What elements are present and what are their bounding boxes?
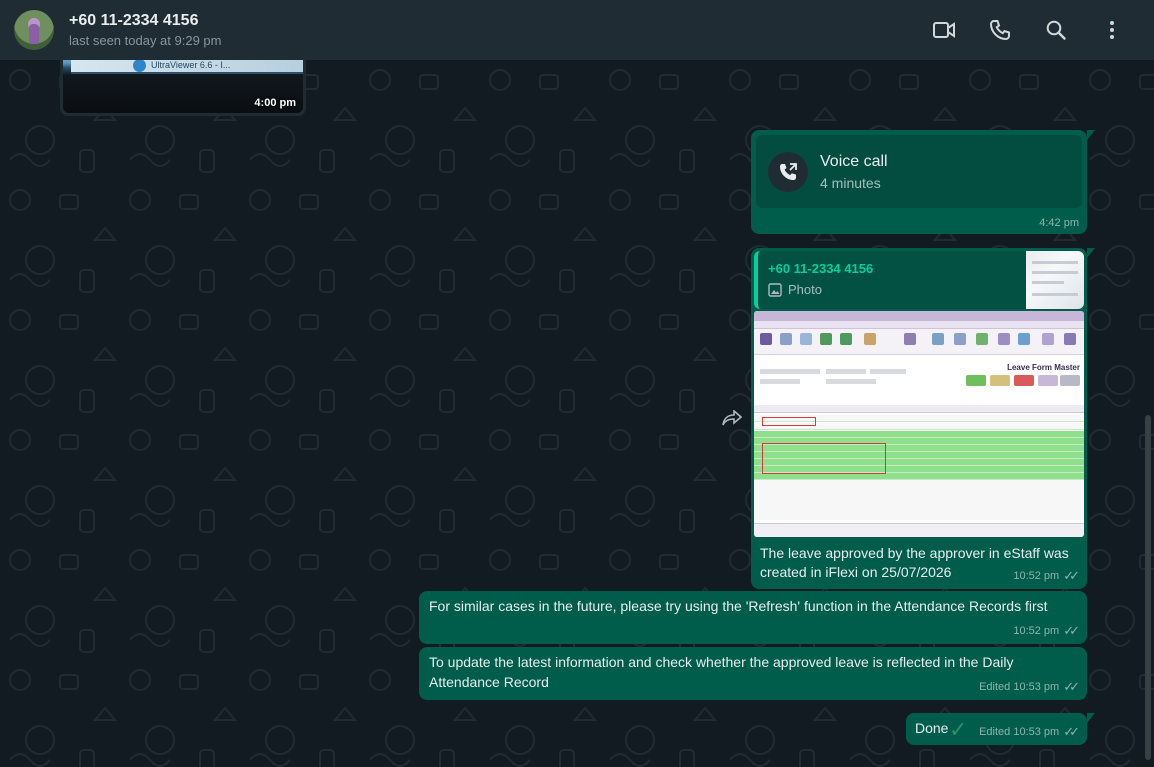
search-icon (1046, 20, 1066, 40)
forward-icon[interactable] (722, 410, 742, 426)
message-time: Edited 10:53 pm (979, 726, 1060, 738)
screenshot-titlebar (754, 311, 1084, 321)
message-text: Done (915, 720, 949, 736)
message-meta: 10:52 pm ✓✓ (1013, 623, 1080, 639)
message-meta: Edited 10:53 pm ✓✓ (979, 724, 1080, 740)
bubble-tail (1087, 130, 1095, 140)
read-receipt-icon: ✓✓ (1063, 679, 1080, 694)
read-receipt-icon: ✓✓ (1063, 623, 1080, 638)
photo-reply-message[interactable]: +60 11-2334 4156 Photo Leave Form Master… (751, 248, 1095, 589)
search-button[interactable] (1028, 10, 1084, 50)
voice-call-message[interactable]: Voice call 4 minutes 4:42 pm (751, 130, 1095, 234)
message-time: 4:00 pm (254, 97, 296, 109)
message-time: 4:42 pm (1039, 217, 1079, 229)
avatar[interactable] (14, 10, 54, 50)
screenshot-filters (760, 367, 910, 389)
call-duration: 4 minutes (820, 175, 881, 191)
kebab-menu-icon (1110, 21, 1114, 39)
screenshot-highlight-box (762, 417, 816, 426)
contact-info[interactable]: +60 11-2334 4156 last seen today at 9:29… (69, 11, 221, 50)
video-call-button[interactable] (916, 10, 972, 50)
chat-scrollbar[interactable] (1145, 415, 1151, 760)
header-actions (916, 0, 1140, 60)
screenshot-ribbon (754, 329, 1084, 355)
bubble-tail (1087, 713, 1095, 723)
contact-last-seen: last seen today at 9:29 pm (69, 32, 222, 48)
read-receipt-icon: ✓✓ (1063, 568, 1080, 583)
message-time: 10:52 pm (1013, 570, 1060, 582)
call-icon-badge (768, 151, 808, 192)
outgoing-call-icon (780, 162, 797, 180)
quoted-type-label: Photo (788, 282, 822, 297)
check-mark-icon: ✓ (949, 717, 968, 742)
message-text: To update the latest information and che… (429, 654, 1014, 690)
screenshot-footer (754, 523, 1084, 537)
screenshot-grid-empty (754, 480, 1084, 520)
message-time: Edited 10:53 pm (979, 681, 1060, 693)
message-meta: Edited 10:53 pm ✓✓ (979, 679, 1080, 695)
incoming-image-message[interactable]: UltraViewer 6.6 - I... 4:00 pm (60, 60, 306, 116)
text-message[interactable]: To update the latest information and che… (419, 647, 1087, 700)
text-message[interactable]: Done ✓ Edited 10:53 pm ✓✓ (906, 713, 1095, 745)
message-text: For similar cases in the future, please … (429, 598, 1048, 614)
screenshot-image[interactable]: Leave Form Master (754, 311, 1084, 537)
menu-button[interactable] (1084, 10, 1140, 50)
screenshot-form-title: Leave Form Master (1007, 363, 1080, 372)
video-call-icon (933, 22, 955, 38)
chat-header: +60 11-2334 4156 last seen today at 9:29… (0, 0, 1154, 60)
quoted-message[interactable]: +60 11-2334 4156 Photo (754, 251, 1084, 309)
screenshot-grid-header (754, 405, 1084, 413)
image-window-strip: UltraViewer 6.6 - I... (71, 60, 303, 74)
screenshot-grid-row (754, 431, 1084, 438)
app-logo-icon (133, 60, 146, 72)
phone-icon (990, 20, 1010, 40)
text-message[interactable]: For similar cases in the future, please … (419, 591, 1087, 644)
screenshot-highlight-box (762, 443, 886, 474)
message-meta: 4:42 pm (1039, 217, 1079, 229)
screenshot-grid-row (754, 473, 1084, 480)
photo-icon (768, 282, 782, 297)
message-meta: 10:52 pm ✓✓ (1013, 568, 1080, 584)
contact-name: +60 11-2334 4156 (69, 11, 199, 29)
voice-call-card[interactable]: Voice call 4 minutes (756, 135, 1082, 208)
read-receipt-icon: ✓✓ (1063, 724, 1080, 739)
quoted-type: Photo (768, 282, 822, 297)
message-time: 10:52 pm (1013, 625, 1060, 637)
quoted-thumbnail (1026, 251, 1084, 309)
chat-panel: UltraViewer 6.6 - I... 4:00 pm Voice cal… (0, 60, 1154, 767)
image-window-text: UltraViewer 6.6 - I... (151, 60, 231, 70)
screenshot-menubar (754, 321, 1084, 329)
bubble-tail (1087, 248, 1095, 258)
quoted-sender: +60 11-2334 4156 (768, 261, 874, 276)
call-title: Voice call (820, 153, 888, 170)
voice-call-button[interactable] (972, 10, 1028, 50)
